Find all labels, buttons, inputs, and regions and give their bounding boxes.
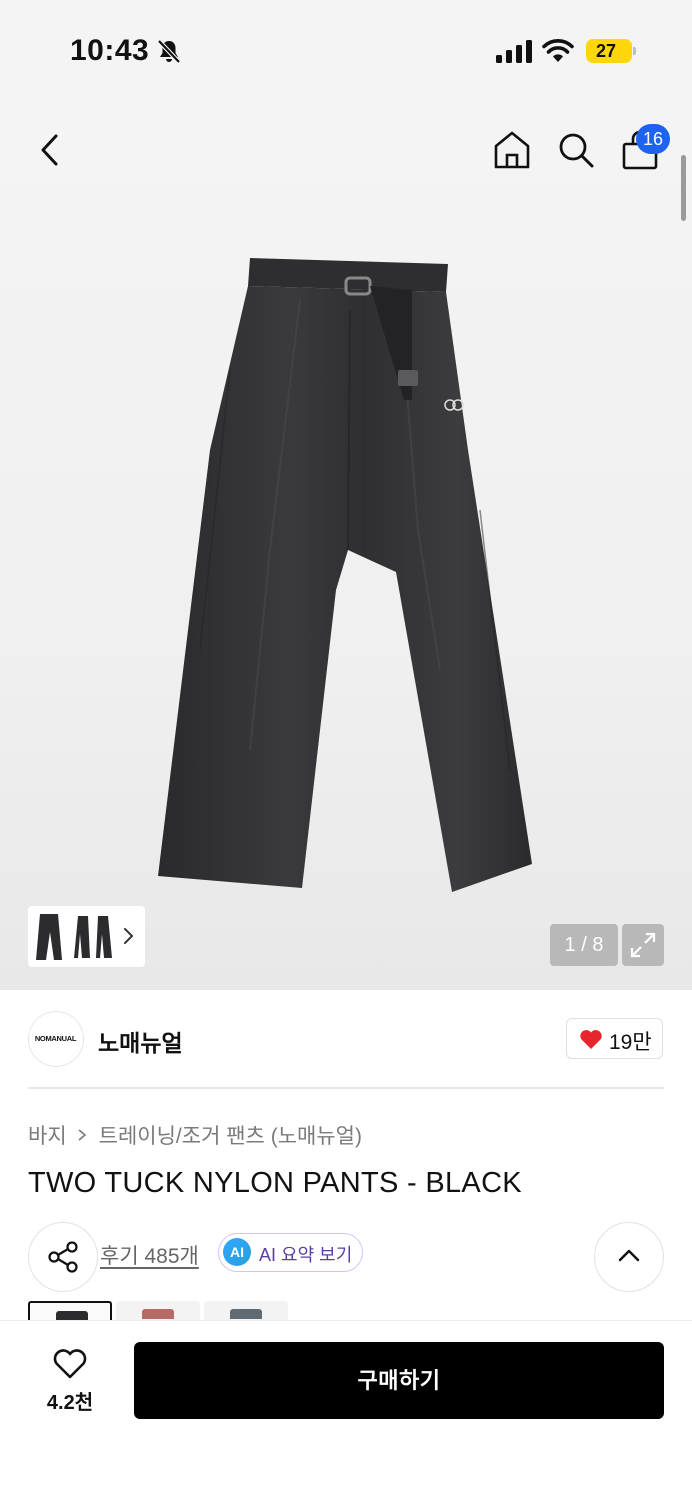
share-icon — [48, 1241, 78, 1273]
back-arrow-icon[interactable] — [34, 128, 68, 172]
ai-summary-label: AI 요약 보기 — [259, 1245, 353, 1265]
search-icon[interactable] — [556, 130, 596, 170]
status-time: 10:43 — [70, 34, 150, 67]
scroll-indicator — [681, 155, 686, 221]
expand-button[interactable] — [622, 924, 664, 966]
scroll-to-top-button[interactable] — [594, 1222, 664, 1292]
battery-cap — [633, 47, 636, 55]
signal-icon — [496, 40, 532, 63]
brand-like-button[interactable]: 19만 — [566, 1018, 663, 1059]
ai-summary-button[interactable]: AI AI 요약 보기 — [218, 1233, 363, 1272]
home-icon[interactable] — [492, 128, 532, 172]
chevron-right-icon — [78, 1129, 86, 1141]
wifi-icon — [542, 39, 574, 62]
heart-icon — [580, 1030, 602, 1049]
ai-badge: AI — [223, 1238, 251, 1266]
breadcrumb-category[interactable]: 바지 — [28, 1120, 67, 1150]
buy-button[interactable]: 구매하기 — [134, 1342, 664, 1419]
wishlist-count: 4.2천 — [46, 1392, 94, 1414]
breadcrumb: 바지 트레이닝/조거 팬츠 (노매뉴얼) — [28, 1120, 362, 1150]
chevron-up-icon — [618, 1249, 640, 1262]
cart-count-badge: 16 — [636, 124, 670, 154]
heart-outline-icon[interactable] — [52, 1348, 88, 1380]
brand-logo[interactable]: NOMANUAL — [28, 1011, 84, 1067]
brand-name[interactable]: 노매뉴얼 — [98, 1024, 183, 1058]
product-title: TWO TUCK NYLON PANTS - BLACK — [28, 1167, 522, 1199]
image-counter: 1 / 8 — [550, 924, 618, 966]
battery-indicator: 27 — [586, 39, 632, 63]
divider — [28, 1087, 664, 1089]
bell-off-icon — [157, 39, 181, 64]
status-bar: 10:43 27 — [0, 0, 692, 100]
brand-like-count: 19만 — [609, 1031, 652, 1054]
chevron-right-icon — [124, 928, 133, 944]
expand-icon — [630, 932, 656, 958]
reviews-link[interactable]: 후기 485개 — [100, 1240, 199, 1270]
breadcrumb-subcategory[interactable]: 트레이닝/조거 팬츠 (노매뉴얼) — [99, 1120, 362, 1150]
thumbnail-strip[interactable] — [28, 906, 145, 967]
product-image — [158, 258, 532, 892]
thumbnail-images — [36, 914, 112, 960]
share-button[interactable] — [28, 1222, 98, 1292]
